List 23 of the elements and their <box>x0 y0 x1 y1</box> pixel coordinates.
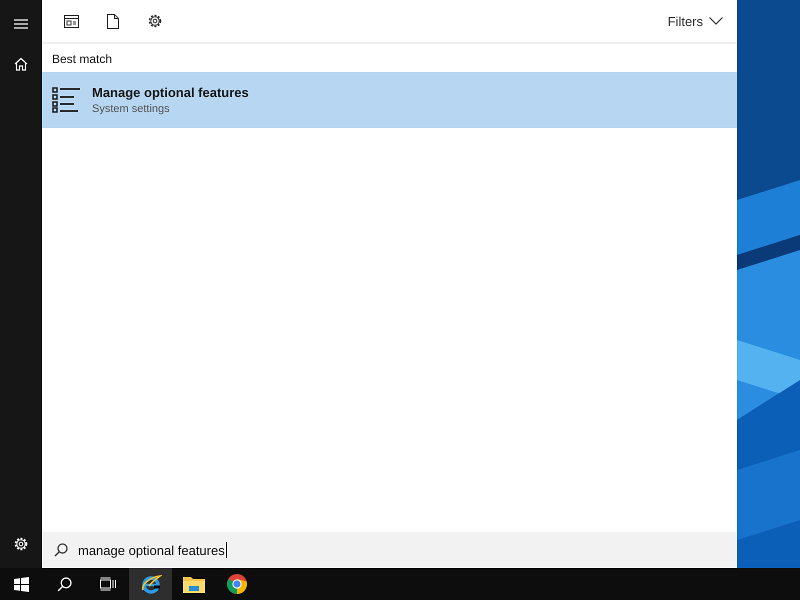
list-icon <box>52 87 80 113</box>
window-icon <box>64 14 78 28</box>
search-icon <box>57 576 72 592</box>
task-view-icon <box>100 577 116 591</box>
result-title: Manage optional features <box>92 85 249 100</box>
search-text: manage optional features <box>78 542 225 558</box>
section-heading: Best match <box>51 51 114 68</box>
document-icon <box>107 14 119 28</box>
windows-logo-icon <box>14 576 29 592</box>
search-icon <box>54 543 68 557</box>
search-field[interactable]: manage optional features <box>42 532 737 568</box>
chevron-down-icon <box>709 17 723 25</box>
e-browser-icon <box>140 573 162 595</box>
chrome-icon <box>226 573 248 595</box>
result-item[interactable]: Manage optional features System settings <box>42 72 737 128</box>
taskbar-app-button[interactable] <box>129 568 172 600</box>
folder-icon <box>182 575 204 593</box>
filters-button[interactable]: Filters <box>662 10 729 32</box>
menu-icon <box>14 19 28 29</box>
result-subtitle: System settings <box>92 103 171 115</box>
home-icon <box>14 57 28 71</box>
settings-icon <box>13 536 29 552</box>
settings-icon <box>147 13 163 29</box>
